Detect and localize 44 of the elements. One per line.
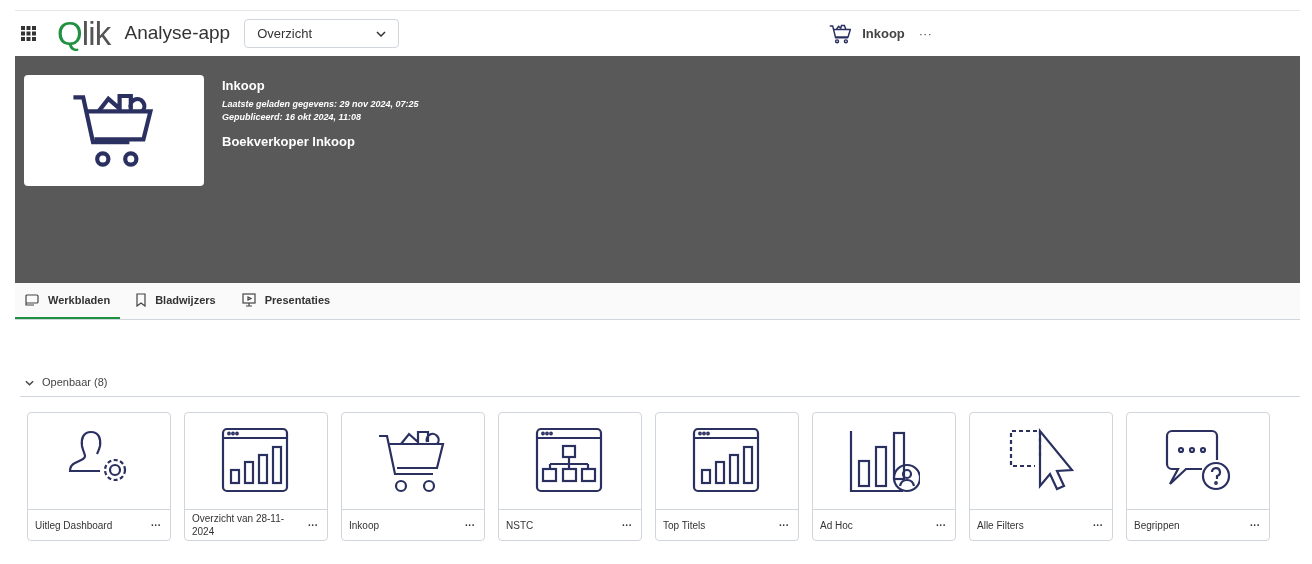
tab[interactable]: Presentaties [231, 283, 341, 319]
more-button[interactable]: ··· [465, 517, 475, 533]
presentation-icon [241, 293, 256, 307]
more-button[interactable]: ··· [936, 517, 946, 533]
more-button[interactable]: ··· [308, 517, 318, 533]
sheet-card[interactable]: Alle Filters ··· [969, 412, 1113, 541]
last-loaded-text: Laatste geladen gegevens: 29 nov 2024, 07:25 [222, 97, 419, 111]
sheet-card[interactable]: NSTC ··· [498, 412, 642, 541]
sheet-icon [25, 294, 39, 306]
more-button[interactable]: ··· [622, 517, 632, 533]
app-description: Boekverkoper Inkoop [222, 132, 356, 151]
more-button[interactable]: ··· [1250, 517, 1260, 533]
sheet-title: Ad Hoc [820, 518, 854, 532]
app-title: Inkoop [222, 77, 266, 95]
sheet-title: Begrippen [1134, 518, 1181, 532]
sheet-title: Overzicht van 28-11-2024 [192, 512, 286, 538]
tab[interactable]: Werkbladen [15, 283, 121, 319]
chevron-icon[interactable] [25, 379, 34, 386]
sheet-title: Top Titels [663, 518, 707, 532]
sheet-card[interactable]: Ad Hoc ··· [812, 412, 956, 541]
sheet-title: Alle Filters [977, 518, 1025, 532]
sheet-card[interactable]: Uitleg Dashboard ··· [27, 412, 171, 541]
sheet-title: Inkoop [349, 518, 381, 532]
sheet-title: Uitleg Dashboard [35, 518, 114, 532]
sheet-title: NSTC [506, 518, 535, 532]
app-name: Inkoop [862, 24, 905, 43]
sheet-card[interactable]: Overzicht van 28-11-2024 ··· [184, 412, 328, 541]
tab[interactable]: Bladwijzers [126, 283, 226, 319]
sheet-card[interactable]: Inkoop ··· [341, 412, 485, 541]
section-toggle[interactable]: Openbaar (8) [42, 374, 108, 391]
sheet-card[interactable]: Top Titels ··· [655, 412, 799, 541]
more-button[interactable]: ··· [779, 517, 789, 533]
more-button[interactable]: ··· [1093, 517, 1103, 533]
view-dropdown[interactable]: Overzicht [244, 19, 400, 48]
more-button[interactable]: ··· [918, 23, 932, 44]
app-grid-icon[interactable] [21, 26, 36, 41]
cart-icon [829, 22, 852, 45]
app-title: Analyse-app [124, 21, 231, 46]
bookmark-icon [136, 293, 147, 307]
logo: Qlik [57, 17, 111, 50]
published-text: Gepubliceerd: 16 okt 2024, 11:08 [222, 111, 362, 124]
chevron-icon [376, 30, 387, 37]
sheet-card[interactable]: Begrippen ··· [1126, 412, 1270, 541]
more-button[interactable]: ··· [151, 517, 161, 533]
